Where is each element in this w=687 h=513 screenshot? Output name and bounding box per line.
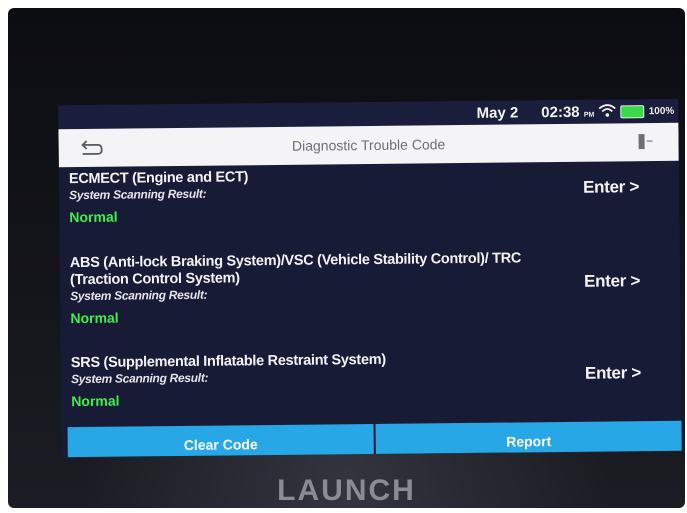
enter-button-ecmect[interactable]: Enter > <box>583 177 639 198</box>
scan-result-status: Normal <box>71 392 120 410</box>
title-bar: Diagnostic Trouble Code <box>58 122 679 168</box>
enter-button-abs[interactable]: Enter > <box>584 271 640 292</box>
system-list: ECMECT (Engine and ECT) System Scanning … <box>59 165 682 421</box>
scan-result-status: Normal <box>70 309 119 327</box>
clear-code-button[interactable]: Clear Code <box>67 423 374 458</box>
status-time-value: 02:38 <box>541 103 580 122</box>
page-title: Diagnostic Trouble Code <box>291 136 446 154</box>
device-screen: May 2 02:38 PM 100% Diagnostic Trouble C… <box>58 98 682 458</box>
scan-result-status: Normal <box>69 208 118 226</box>
launch-logo: LAUNCH <box>277 474 416 507</box>
system-row-abs: ABS (Anti-lock Braking System)/VSC (Vehi… <box>60 249 681 355</box>
status-ampm: PM <box>583 111 595 119</box>
status-time: 02:38 PM <box>541 103 595 122</box>
system-row-srs: SRS (Supplemental Inflatable Restraint S… <box>61 349 682 421</box>
battery-percent: 100% <box>648 105 675 118</box>
report-button[interactable]: Report <box>375 420 682 458</box>
wifi-icon <box>598 103 616 121</box>
system-name: ABS (Anti-lock Braking System)/VSC (Vehi… <box>69 250 522 289</box>
status-date: May 2 <box>476 104 519 122</box>
battery-icon <box>620 105 645 119</box>
enter-button-srs[interactable]: Enter > <box>585 363 641 384</box>
scan-tool-device: May 2 02:38 PM 100% Diagnostic Trouble C… <box>8 8 685 508</box>
exit-icon[interactable] <box>636 132 654 157</box>
system-row-ecmect: ECMECT (Engine and ECT) System Scanning … <box>59 165 680 255</box>
bottom-button-bar: Clear Code Report <box>67 420 682 458</box>
